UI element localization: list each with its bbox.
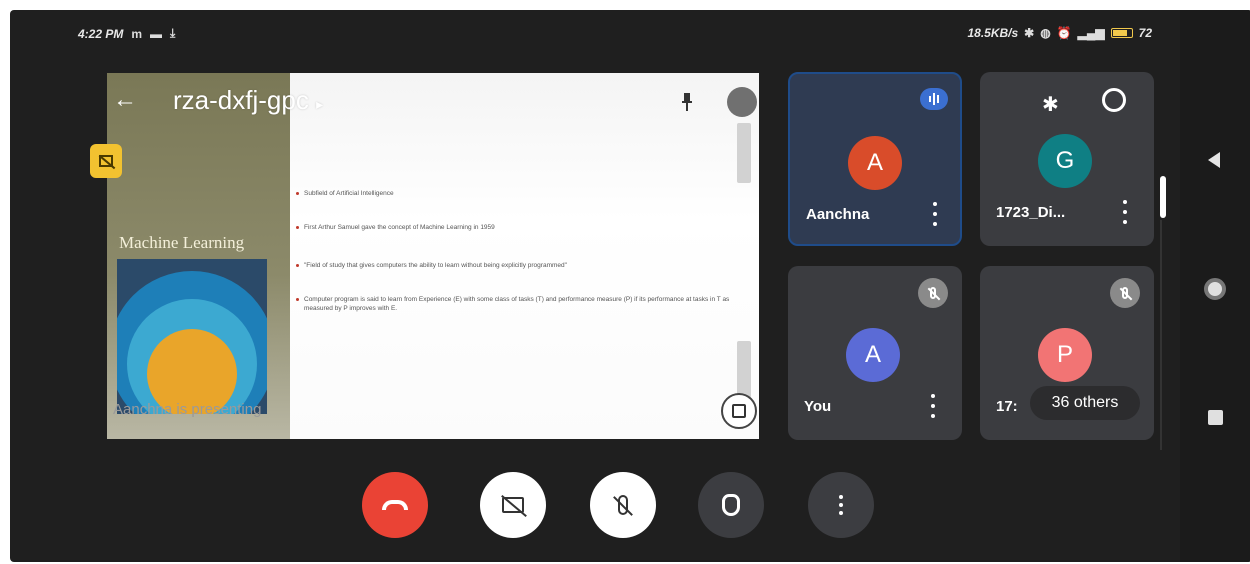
tile-menu-icon[interactable] (928, 394, 938, 418)
muted-mic-icon (1110, 278, 1140, 308)
status-time: 4:22 PM (78, 26, 124, 41)
tile-menu-icon[interactable] (1120, 200, 1130, 224)
presentation-view[interactable]: Machine Learning Subfield of Artificial … (107, 73, 759, 439)
others-count-pill[interactable]: 36 others (1030, 386, 1140, 420)
tiles-scroll-track (1160, 220, 1166, 450)
camera-off-badge-icon (90, 144, 122, 178)
alarm-icon: ⏰ (1056, 26, 1072, 40)
raise-hand-button[interactable] (698, 472, 764, 538)
more-vert-icon (839, 495, 843, 515)
nav-recents-icon[interactable] (1208, 410, 1223, 425)
participant-tile[interactable]: A Aanchna (788, 72, 962, 246)
phone-screen: 4:22 PM m ▬ ⤓ 18.5KB/s ✱ ◍ ⏰ ▂▄▆ 72 Mach… (10, 10, 1250, 562)
signal-icon: ▂▄▆ (1077, 26, 1105, 40)
avatar: G (1038, 134, 1092, 188)
switch-camera-icon[interactable] (1102, 88, 1126, 112)
slide-content: Subfield of Artificial Intelligence Firs… (290, 73, 759, 439)
system-nav-bar (1180, 10, 1250, 562)
slide-bullet: First Arthur Samuel gave the concept of … (296, 223, 734, 232)
camera-toggle-button[interactable] (480, 472, 546, 538)
fullscreen-icon[interactable] (721, 393, 757, 429)
end-call-button[interactable] (362, 472, 428, 538)
status-bar: 4:22 PM m ▬ ⤓ 18.5KB/s ✱ ◍ ⏰ ▂▄▆ 72 (10, 10, 1180, 50)
nav-back-icon[interactable] (1208, 152, 1220, 168)
tiles-scrollbar[interactable] (1160, 176, 1166, 218)
call-controls (362, 472, 882, 542)
download-icon: ⤓ (170, 26, 176, 40)
carrier-icon: m (131, 26, 143, 41)
pin-icon[interactable] (681, 93, 693, 111)
more-options-button[interactable] (808, 472, 874, 538)
participant-name: 1723_Di... (996, 204, 1066, 221)
slide-bullet: Subfield of Artificial Intelligence (296, 189, 734, 198)
slide-title: Machine Learning (119, 233, 245, 252)
slide-bullet: "Field of study that gives computers the… (296, 261, 734, 270)
muted-mic-icon (918, 278, 948, 308)
presenter-avatar[interactable] (727, 87, 757, 117)
ai-diagram-image (117, 259, 267, 414)
slide-sidebar: Machine Learning (107, 73, 290, 439)
vibrate-icon: ◍ (1040, 26, 1051, 40)
hangup-icon (382, 500, 408, 510)
battery-level: 72 (1138, 26, 1152, 40)
battery-icon (1110, 28, 1133, 38)
slide-scrollbar[interactable] (737, 123, 751, 183)
network-speed: 18.5KB/s (967, 26, 1019, 40)
participant-tile[interactable]: ✱ G 1723_Di... (980, 72, 1154, 246)
message-icon: ▬ (150, 26, 163, 41)
camera-off-icon (502, 497, 524, 513)
back-arrow-icon[interactable]: ← (113, 85, 137, 115)
meeting-code[interactable]: rza-dxfj-gpc ▸ (173, 85, 323, 119)
presenter-label: Aanchna is presenting (113, 401, 262, 418)
participant-name: 17: (996, 398, 1018, 415)
avatar: A (848, 136, 902, 190)
participant-name: You (804, 398, 832, 415)
slide-bullet: Computer program is said to learn from E… (296, 295, 734, 313)
presentation-header: ← rza-dxfj-gpc ▸ (107, 83, 759, 123)
participant-name: Aanchna (806, 206, 870, 223)
tile-menu-icon[interactable] (930, 202, 940, 226)
slide-scrollbar-lower[interactable] (737, 341, 751, 401)
participant-tile[interactable]: P 17: 36 others (980, 266, 1154, 440)
speaking-indicator-icon (920, 88, 948, 110)
bluetooth-icon: ✱ (1042, 94, 1059, 116)
avatar: A (846, 328, 900, 382)
hand-icon (722, 494, 740, 516)
avatar: P (1038, 328, 1092, 382)
nav-home-icon[interactable] (1204, 278, 1226, 300)
participant-tile[interactable]: A You (788, 266, 962, 440)
mic-off-icon (618, 495, 628, 515)
mic-toggle-button[interactable] (590, 472, 656, 538)
bluetooth-status-icon: ✱ (1024, 26, 1035, 40)
